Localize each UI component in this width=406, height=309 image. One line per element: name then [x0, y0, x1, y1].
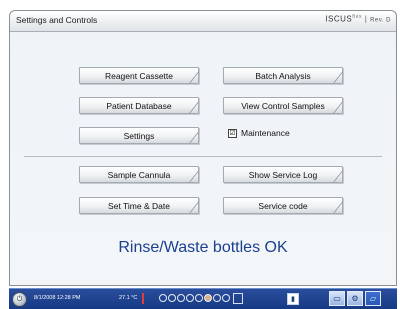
- maintenance-checkbox[interactable]: ☑ Maintenance: [228, 128, 290, 138]
- power-icon[interactable]: ⏻: [12, 292, 27, 307]
- sample-slot-icon: [186, 294, 194, 302]
- reagent-cassette-button[interactable]: Reagent Cassette: [79, 67, 199, 84]
- monitor-icon[interactable]: ▭: [329, 291, 345, 306]
- sample-slot-icon: [177, 294, 185, 302]
- brand-version: Rev. D: [370, 17, 391, 24]
- check-mark-icon: ☑: [229, 129, 236, 137]
- brand-separator: |: [364, 14, 368, 24]
- window-title: Settings and Controls: [16, 15, 98, 25]
- brand-logo: ISCUSflex | Rev. D: [325, 14, 391, 24]
- status-message: Rinse/Waste bottles OK: [118, 239, 288, 256]
- maintenance-label: Maintenance: [241, 128, 290, 138]
- gear-icon[interactable]: ⚙: [347, 291, 363, 306]
- brand-name: ISCUS: [325, 14, 353, 24]
- set-time-date-button[interactable]: Set Time & Date: [79, 197, 199, 214]
- batch-analysis-button[interactable]: Batch Analysis: [223, 67, 343, 84]
- checkbox-box[interactable]: ☑: [228, 128, 237, 138]
- view-control-samples-button[interactable]: View Control Samples: [223, 97, 343, 114]
- sample-slot-icon: [168, 294, 176, 302]
- brand-superscript: flex: [352, 14, 363, 20]
- datetime-display: 8/1/2008 12:28 PM: [34, 295, 81, 301]
- sample-slot-icon: [159, 294, 167, 302]
- sample-slot-icon: [195, 294, 203, 302]
- sample-slot-filled-icon: [204, 294, 212, 302]
- sample-slot-icon: [213, 294, 221, 302]
- temperature-indicator-icon: [142, 293, 144, 304]
- bottle-icon: ▮: [287, 293, 299, 305]
- show-service-log-button[interactable]: Show Service Log: [223, 166, 343, 183]
- service-code-button[interactable]: Service code: [223, 197, 343, 214]
- section-divider: [24, 156, 382, 157]
- folder-icon[interactable]: ▱: [365, 291, 381, 306]
- temperature-display: 27.1 °C: [119, 295, 138, 301]
- settings-button[interactable]: Settings: [79, 127, 199, 144]
- sample-slot-icon: [222, 294, 230, 302]
- patient-database-button[interactable]: Patient Database: [79, 97, 199, 114]
- sample-cannula-button[interactable]: Sample Cannula: [79, 166, 199, 183]
- cassette-icon: [233, 293, 243, 304]
- taskbar: ⏻ 8/1/2008 12:28 PM 27.1 °C ▮ ▭ ⚙ ▱: [9, 288, 397, 309]
- title-bar: Settings and Controls ISCUSflex | Rev. D: [10, 11, 396, 32]
